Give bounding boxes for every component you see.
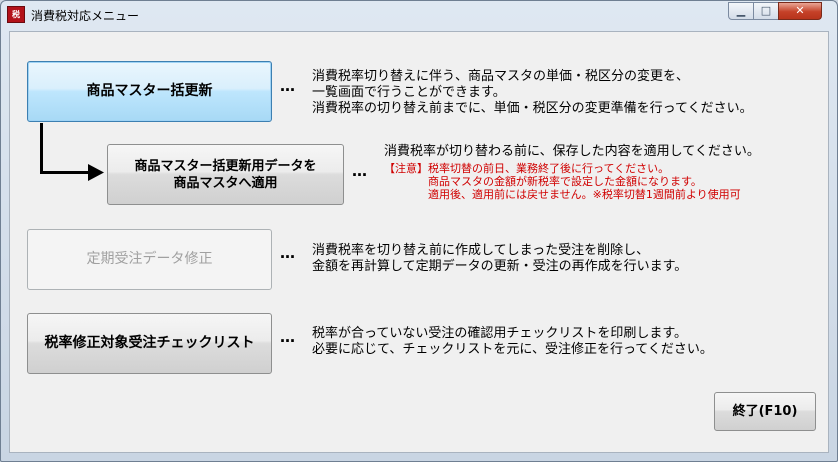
maximize-button[interactable]: □ [753, 2, 779, 20]
checklist-desc-line2: 必要に応じて、チェックリストを元に、受注修正を行ってください。 [312, 342, 713, 357]
tax-rate-checklist-button-label: 税率修正対象受注チェックリスト [44, 335, 255, 351]
connector-arrow-horizontal [40, 171, 90, 174]
apply-update-label-line2: 商品マスタへ適用 [173, 175, 278, 191]
minimize-button[interactable]: ▁ [728, 2, 754, 20]
checklist-desc-line1: 税率が合っていない受注の確認用チェックリストを印刷します。 [312, 326, 688, 341]
recurring-fix-desc-line1: 消費税率を切り替え前に作成してしまった受注を削除し、 [312, 243, 650, 258]
bulk-update-desc-line1: 消費税率切り替えに伴う、商品マスタの単価・税区分の変更を、 [312, 69, 690, 84]
bulk-update-description: 消費税率切り替えに伴う、商品マスタの単価・税区分の変更を、 一覧画面で行うことが… [312, 69, 753, 117]
recurring-order-fix-button[interactable]: 定期受注データ修正 [27, 229, 272, 290]
bulk-update-desc-line3: 消費税率の切り替え前までに、単価・税区分の変更準備を行ってください。 [312, 101, 753, 116]
close-button[interactable]: ✕ [778, 2, 822, 20]
apply-update-note-1: 【注意】税率切替の前日、業務終了後に行ってください。 [384, 162, 670, 175]
apply-update-note-2: 商品マスタの金額が新税率で設定した金額になります。 [428, 175, 702, 188]
bulk-update-desc-line2: 一覧画面で行うことができます。 [312, 85, 506, 100]
maximize-icon: □ [760, 4, 772, 17]
window-title: 消費税対応メニュー [31, 9, 140, 23]
apply-update-button-label: 商品マスター括更新用データを 商品マスタへ適用 [134, 158, 316, 192]
exit-button-label: 終了(F10) [732, 404, 798, 419]
minimize-icon: ▁ [736, 4, 746, 17]
apply-update-note-3: 適用後、適用前には戻せません。※税率切替1週間前より使用可 [428, 188, 741, 201]
recurring-order-fix-dots: … [280, 244, 296, 262]
recurring-order-fix-button-label: 定期受注データ修正 [86, 251, 213, 267]
apply-update-description: 消費税率が切り替わる前に、保存した内容を適用してください。 [384, 144, 760, 159]
apply-update-label-line1: 商品マスター括更新用データを [134, 158, 317, 174]
client-area: 商品マスター括更新 … 消費税率切り替えに伴う、商品マスタの単価・税区分の変更を… [9, 31, 829, 453]
arrow-head-icon [88, 164, 104, 181]
title-bar[interactable]: 税 消費税対応メニュー ▁ □ ✕ [1, 1, 837, 29]
bulk-update-button-label: 商品マスター括更新 [86, 83, 213, 99]
apply-update-dots: … [352, 162, 368, 180]
main-window: 税 消費税対応メニュー ▁ □ ✕ 商品マスター括更新 … 消費税率切り替えに伴… [0, 0, 838, 462]
bulk-update-button[interactable]: 商品マスター括更新 [27, 61, 272, 122]
app-logo-icon: 税 [7, 6, 25, 23]
connector-arrow-vertical [40, 123, 43, 174]
tax-rate-checklist-dots: … [280, 328, 296, 346]
bulk-update-dots: … [280, 77, 296, 95]
recurring-fix-desc-line2: 金額を再計算して定期データの更新・受注の再作成を行います。 [312, 259, 688, 274]
recurring-order-fix-description: 消費税率を切り替え前に作成してしまった受注を削除し、 金額を再計算して定期データ… [312, 243, 687, 275]
tax-rate-checklist-button[interactable]: 税率修正対象受注チェックリスト [27, 313, 272, 374]
exit-button[interactable]: 終了(F10) [714, 392, 816, 431]
tax-rate-checklist-description: 税率が合っていない受注の確認用チェックリストを印刷します。 必要に応じて、チェッ… [312, 326, 713, 358]
close-icon: ✕ [795, 4, 805, 17]
apply-update-button[interactable]: 商品マスター括更新用データを 商品マスタへ適用 [107, 144, 344, 205]
